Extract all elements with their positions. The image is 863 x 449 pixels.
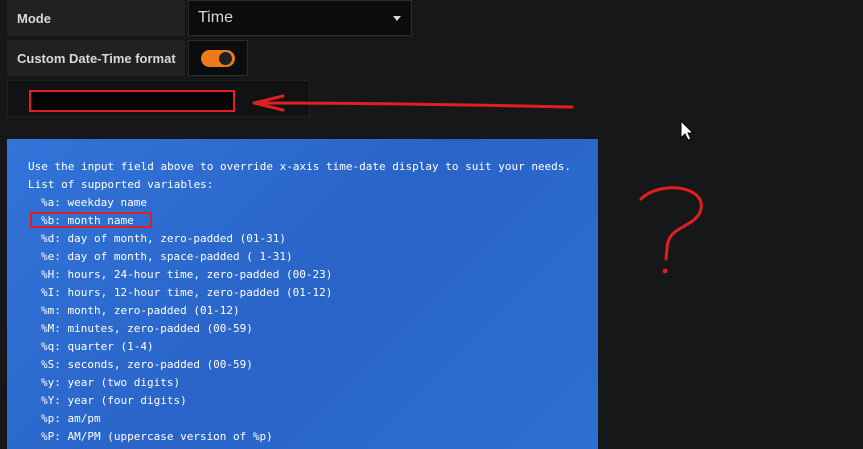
variable-item: %q: quarter (1-4) [41, 340, 154, 353]
variable-item: %p: am/pm [41, 412, 101, 425]
help-panel: Use the input field above to override x-… [7, 139, 598, 449]
mode-select-value: Time [198, 9, 233, 26]
format-input-container [7, 80, 310, 117]
month-name-highlight [30, 212, 152, 228]
custom-date-time-format-label: Custom Date-Time format [7, 40, 185, 76]
mouse-cursor-icon [680, 119, 695, 141]
variable-item: %y: year (two digits) [41, 376, 181, 389]
variable-item: %I: hours, 12-hour time, zero-padded (01… [41, 286, 333, 299]
toggle-knob [219, 52, 232, 65]
variable-item: %M: minutes, zero-padded (00-59) [41, 322, 253, 335]
variable-item: %d: day of month, zero-padded (01-31) [41, 232, 287, 245]
mode-select[interactable]: Time [188, 0, 412, 36]
help-list-title: List of supported variables: [28, 178, 214, 191]
variable-item: %a: weekday name [41, 196, 147, 209]
question-mark-annotation [639, 186, 703, 274]
custom-date-time-format-toggle[interactable] [201, 50, 235, 67]
variable-item: %e: day of month, space-padded ( 1-31) [41, 250, 293, 263]
custom-date-time-format-toggle-box [188, 40, 248, 76]
variable-item: %Y: year (four digits) [41, 394, 187, 407]
variable-item: %H: hours, 24-hour time, zero-padded (00… [41, 268, 333, 281]
variable-item: %S: seconds, zero-padded (00-59) [41, 358, 253, 371]
mode-label: Mode [7, 0, 185, 36]
chevron-down-icon [393, 16, 401, 21]
variable-item: %m: month, zero-padded (01-12) [41, 304, 240, 317]
date-time-format-input[interactable] [29, 90, 235, 112]
panel-editor: Mode Time Custom Date-Time format Use th… [0, 0, 863, 449]
variable-item: %P: AM/PM (uppercase version of %p) [41, 430, 273, 443]
help-intro: Use the input field above to override x-… [28, 160, 572, 173]
